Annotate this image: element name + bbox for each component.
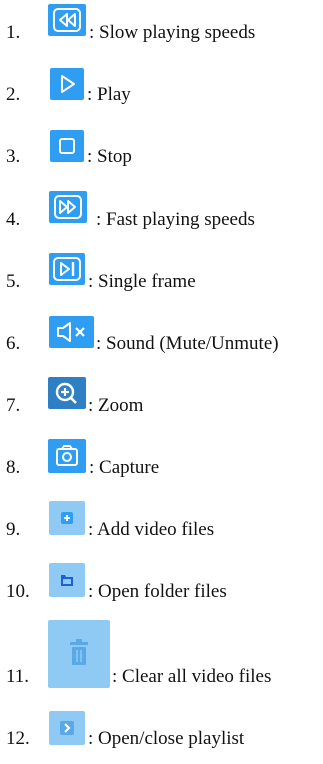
item-description: : Clear all video files [112,666,272,687]
item-description: : Open/close playlist [88,728,245,749]
item-number: 10. [6,581,30,602]
item-number: 7. [6,395,21,416]
item-description: : Sound (Mute/Unmute) [96,333,279,354]
open-folder-icon [49,563,85,597]
zoom-icon [48,377,86,409]
playlist-toggle-icon [49,711,85,745]
item-number: 11. [6,666,30,687]
list-item: 12. : Open/close playlist [0,708,323,752]
list-item: 10. : Open folder files [0,561,323,605]
item-description: : Zoom [88,395,144,416]
item-number: 5. [6,271,21,292]
item-description: : Play [87,84,131,105]
list-item: 3. : Stop [0,126,323,170]
sound-mute-icon [49,316,94,348]
item-description: : Stop [87,146,132,167]
list-item: 5. : Single frame [0,251,323,295]
fast-speed-icon [49,191,87,223]
item-description: : Single frame [88,271,196,292]
item-description: : Capture [89,457,160,478]
list-item: 2. : Play [0,64,323,108]
item-description: : Add video files [88,519,215,540]
item-description: : Slow playing speeds [89,22,256,43]
list-item: 11. : Clear all video files [0,620,323,690]
item-number: 2. [6,84,21,105]
trash-icon [48,620,110,688]
item-number: 12. [6,728,30,749]
item-number: 6. [6,333,21,354]
list-item: 7. : Zoom [0,375,323,419]
capture-camera-icon [48,439,86,473]
slow-speed-icon [48,4,86,36]
play-icon [50,68,84,100]
single-frame-icon [49,253,85,285]
item-number: 8. [6,457,21,478]
item-number: 1. [6,22,21,43]
list-item: 9. : Add video files [0,499,323,543]
item-description: : Open folder files [88,581,227,602]
add-file-icon [49,501,85,535]
list-item: 6. : Sound (Mute/Unmute) [0,313,323,357]
item-number: 9. [6,519,21,540]
list-item: 1. : Slow playing speeds [0,2,323,46]
stop-icon [50,130,84,162]
item-description: : Fast playing speeds [96,209,255,230]
list-item: 4. : Fast playing speeds [0,189,323,233]
item-number: 3. [6,146,21,167]
list-item: 8. : Capture [0,437,323,481]
item-number: 4. [6,209,21,230]
